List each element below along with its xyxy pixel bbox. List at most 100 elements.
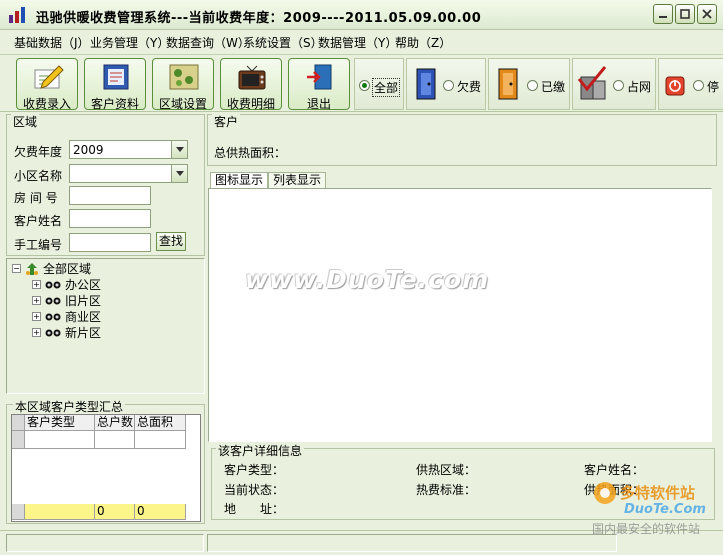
close-button[interactable] (697, 4, 717, 24)
brand-logo-icon (594, 482, 616, 504)
grid-total-indicator (12, 504, 25, 520)
filter-stopped-label: 停 (707, 80, 720, 94)
collapse-icon[interactable]: − (12, 264, 21, 273)
area-node-icon (45, 281, 61, 288)
brand-tagline: 国内最安全的软件站 (592, 522, 701, 536)
room-number-label: 房 间 号 (14, 191, 58, 205)
filter-all[interactable]: 全部 (354, 58, 404, 110)
filter-occupied[interactable]: 占网 (572, 58, 656, 110)
brand-url: DuoTe.Com (624, 502, 706, 517)
filter-all-radio[interactable] (359, 80, 370, 91)
tree-root[interactable]: − 全部区域 (12, 260, 91, 277)
chevron-down-icon[interactable] (171, 165, 187, 182)
area-node-icon (45, 297, 61, 304)
menu-query[interactable]: 数据查询（W） (166, 34, 250, 51)
charge-detail-button[interactable]: 收费明细 (220, 58, 282, 111)
filter-arrears[interactable]: 欠费 (406, 58, 486, 110)
region-settings-button[interactable]: 区域设置 (152, 58, 214, 111)
region-root-icon (26, 262, 38, 275)
detail-fee-standard: 热费标准： (416, 483, 477, 497)
total-area-label: 总供热面积： (214, 146, 287, 160)
summary-panel-header: 本区域客户类型汇总 (13, 398, 126, 415)
grid-header-type[interactable]: 客户类型 (25, 415, 95, 431)
grid-row-indicator (12, 431, 25, 449)
detail-current-status: 当前状态： (224, 483, 285, 497)
area-node-icon (45, 313, 61, 320)
tree-item-commercial[interactable]: + 商业区 (32, 308, 101, 325)
customer-panel-header: 客户 (212, 113, 241, 130)
expand-icon[interactable]: + (32, 280, 41, 289)
grid-total-count: 0 (95, 504, 135, 520)
menu-business[interactable]: 业务管理（Y） (90, 34, 169, 51)
arrears-year-label: 欠费年度 (14, 145, 63, 159)
filter-paid-radio[interactable] (527, 80, 538, 91)
tree-item-label: 商业区 (65, 310, 102, 324)
status-pane-left (6, 534, 204, 552)
customer-display-area[interactable]: www.DuoTe.com (208, 188, 712, 442)
expand-icon[interactable]: + (32, 328, 41, 337)
chevron-down-icon[interactable] (171, 141, 187, 158)
expand-icon[interactable]: + (32, 296, 41, 305)
community-name-label: 小区名称 (14, 169, 63, 183)
filter-all-label: 全部 (372, 78, 401, 97)
menu-basic-data[interactable]: 基础数据（J） (14, 34, 90, 51)
grid-corner (12, 415, 25, 431)
grid-cell[interactable] (135, 431, 186, 449)
grid-header-count[interactable]: 总户数 (95, 415, 135, 431)
filter-paid-label: 已缴 (541, 80, 566, 94)
tree-item-label: 旧片区 (65, 294, 102, 308)
tree-item-office[interactable]: + 办公区 (32, 276, 101, 293)
grid-cell[interactable] (25, 431, 95, 449)
exit-door-icon (307, 64, 332, 90)
tab-list-view[interactable]: 列表显示 (268, 172, 327, 188)
customer-name-label: 客户姓名 (14, 214, 63, 228)
region-settings-label: 区域设置 (158, 97, 207, 111)
minimize-icon (659, 16, 667, 18)
pencil-paper-icon (34, 65, 64, 89)
close-icon (702, 9, 712, 19)
charge-entry-button[interactable]: 收费录入 (16, 58, 78, 111)
menu-settings[interactable]: 系统设置（S） (243, 34, 323, 51)
maximize-icon (680, 9, 690, 19)
area-node-icon (45, 329, 61, 336)
search-button[interactable]: 查找 (156, 232, 186, 251)
filter-occupied-radio[interactable] (613, 80, 624, 91)
filter-stopped[interactable]: 停 (658, 58, 723, 110)
menu-data-management[interactable]: 数据管理（Y） (318, 34, 397, 51)
filter-arrears-radio[interactable] (443, 80, 454, 91)
tab-icon-view[interactable]: 图标显示 (210, 172, 269, 188)
filter-occupied-label: 占网 (627, 80, 652, 94)
tree-item-old[interactable]: + 旧片区 (32, 292, 101, 309)
expand-icon[interactable]: + (32, 312, 41, 321)
region-map-icon (169, 64, 199, 90)
watermark-text: www.DuoTe.com (245, 265, 490, 294)
charge-detail-label: 收费明细 (226, 97, 275, 111)
arrears-year-value: 2009 (73, 143, 104, 157)
orange-door-icon (498, 68, 518, 100)
grid-cell[interactable] (95, 431, 135, 449)
minimize-button[interactable] (653, 4, 673, 24)
app-logo-icon (9, 7, 25, 23)
detail-heating-region: 供热区域： (416, 463, 477, 477)
detail-customer-name: 客户姓名： (584, 463, 645, 477)
checked-boxes-icon (577, 66, 607, 100)
arrears-year-select[interactable]: 2009 (69, 140, 188, 159)
grid-header-area[interactable]: 总面积 (135, 415, 186, 431)
power-stop-icon (665, 76, 685, 96)
filter-stopped-radio[interactable] (693, 80, 704, 91)
menu-help[interactable]: 帮助（Z） (395, 34, 451, 51)
maximize-button[interactable] (675, 4, 695, 24)
exit-button[interactable]: 退出 (288, 58, 350, 111)
detail-address: 地 址： (224, 502, 285, 516)
room-number-input[interactable] (69, 186, 151, 205)
grid-total-type (25, 504, 95, 520)
detail-panel-header: 该客户详细信息 (216, 442, 305, 459)
community-name-select[interactable] (69, 164, 188, 183)
region-panel-header: 区域 (11, 113, 40, 130)
filter-paid[interactable]: 已缴 (488, 58, 570, 110)
customer-info-button[interactable]: 客户资料 (84, 58, 146, 111)
blue-door-icon (416, 68, 436, 100)
customer-name-input[interactable] (69, 209, 151, 228)
tree-item-new[interactable]: + 新片区 (32, 324, 101, 341)
manual-code-input[interactable] (69, 233, 151, 252)
